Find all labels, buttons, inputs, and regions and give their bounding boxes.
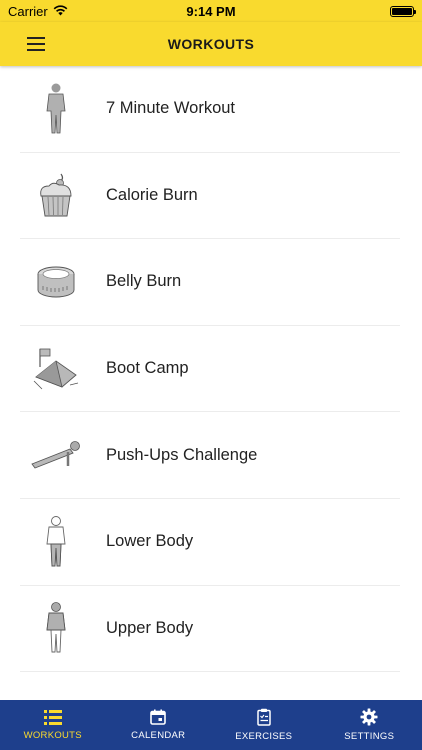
tab-exercises[interactable]: EXERCISES (211, 700, 317, 750)
workout-label: Push-Ups Challenge (106, 445, 258, 464)
nav-bar: WORKOUTS (0, 22, 422, 66)
workout-item-partial[interactable] (20, 672, 400, 700)
lower-body-icon (20, 512, 92, 572)
workout-item-push-ups[interactable]: Push-Ups Challenge (20, 412, 400, 499)
battery-icon (390, 5, 416, 17)
workout-label: Upper Body (106, 618, 194, 637)
workout-label: 7 Minute Workout (106, 99, 236, 118)
status-bar: Carrier 9:14 PM (0, 0, 422, 22)
tab-label: SETTINGS (344, 731, 395, 742)
workout-item-boot-camp[interactable]: Boot Camp (20, 326, 400, 413)
tab-label: EXERCISES (235, 731, 293, 742)
workout-item-7-minute[interactable]: 7 Minute Workout (20, 66, 400, 153)
tent-flag-icon (20, 339, 92, 399)
workout-list: 7 Minute Workout Calorie Burn Belly Burn (0, 66, 422, 700)
workout-label: Boot Camp (106, 359, 189, 378)
tab-label: CALENDAR (131, 730, 186, 741)
workout-item-belly-burn[interactable]: Belly Burn (20, 239, 400, 326)
workout-item-lower-body[interactable]: Lower Body (20, 499, 400, 586)
list-icon (43, 709, 62, 725)
push-up-icon (20, 425, 92, 485)
tab-label: WORKOUTS (23, 729, 82, 741)
upper-body-icon (20, 598, 92, 658)
workout-icon-partial (20, 685, 92, 700)
tab-workouts[interactable]: WORKOUTS (0, 700, 106, 750)
hamburger-menu-button[interactable] (22, 33, 50, 55)
cupcake-icon (20, 165, 92, 225)
page-title: WORKOUTS (167, 36, 255, 52)
standing-person-icon (20, 79, 92, 139)
workout-label: Belly Burn (106, 272, 182, 291)
workout-label: Lower Body (106, 532, 194, 551)
calendar-icon (150, 709, 167, 725)
tab-calendar[interactable]: CALENDAR (106, 700, 212, 750)
tab-settings[interactable]: SETTINGS (317, 700, 422, 750)
carrier-label: Carrier (8, 3, 48, 19)
workout-item-upper-body[interactable]: Upper Body (20, 586, 400, 673)
tab-bar: WORKOUTS CALENDAR EXERCISES SETTINGS (0, 700, 422, 750)
hamburger-icon (27, 37, 45, 51)
status-left: Carrier (8, 4, 68, 19)
measuring-tape-icon (20, 252, 92, 312)
clipboard-icon (257, 708, 271, 726)
wifi-icon (53, 4, 68, 19)
workout-item-calorie-burn[interactable]: Calorie Burn (20, 153, 400, 240)
gear-icon (360, 708, 378, 726)
workout-label: Calorie Burn (106, 185, 198, 204)
